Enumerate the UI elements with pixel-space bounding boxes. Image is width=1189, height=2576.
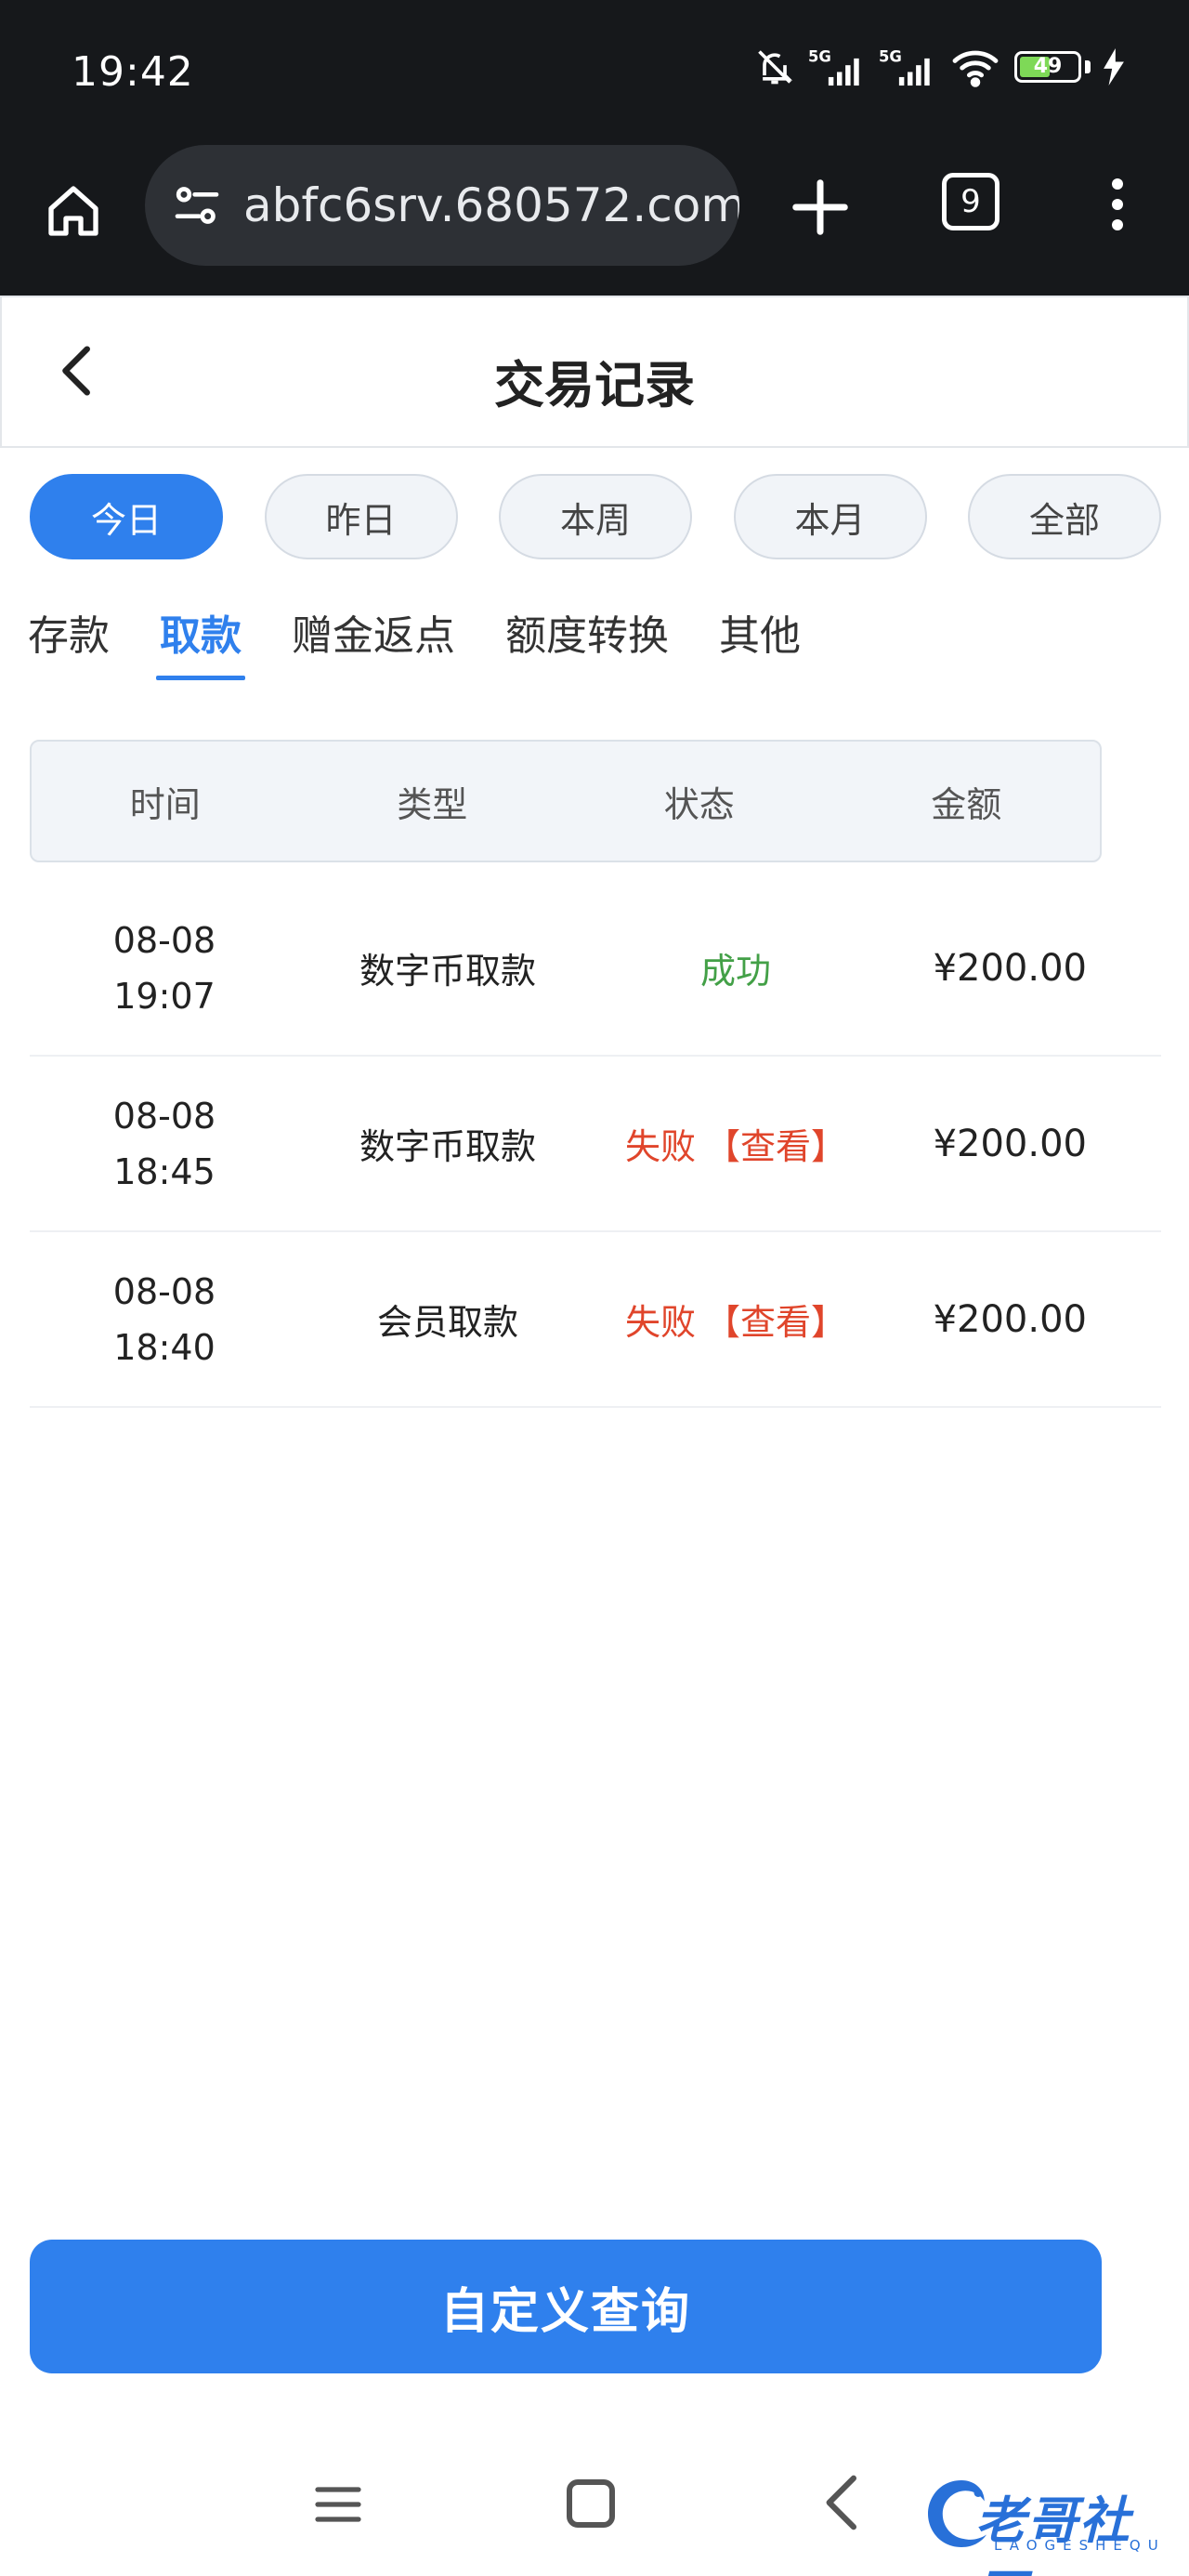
tab-deposit[interactable]: 存款 <box>28 595 110 688</box>
tab-bonus-rebate[interactable]: 赠金返点 <box>292 595 455 688</box>
row-status: 失败 【查看】 <box>596 1118 875 1169</box>
nav-back-icon[interactable] <box>819 2474 866 2531</box>
status-time: 19:42 <box>72 48 194 96</box>
row-amount: ¥200.00 <box>933 946 1087 990</box>
tab-withdrawal[interactable]: 取款 <box>156 595 245 688</box>
table-row: 08-08 18:45 数字币取款 失败 【查看】 ¥200.00 <box>30 1057 1161 1232</box>
row-type: 会员取款 <box>376 1302 518 1343</box>
watermark-logo: 老哥社区 LAOGESHEQU <box>920 2472 1180 2576</box>
site-settings-icon[interactable] <box>171 179 223 231</box>
browser-toolbar: abfc6srv.680572.com/ 9 <box>0 139 1189 296</box>
new-tab-icon[interactable] <box>788 175 853 240</box>
status-icons: 5G 5G 49 <box>754 46 1124 87</box>
status-success: 成功 <box>699 951 771 992</box>
page-title: 交易记录 <box>494 356 695 414</box>
row-amount: ¥200.00 <box>933 1122 1087 1165</box>
row-time: 08-08 19:07 <box>30 913 299 1024</box>
row-date: 08-08 <box>112 1095 216 1137</box>
table-header: 时间 类型 状态 金额 <box>30 740 1102 862</box>
wifi-icon <box>952 50 999 87</box>
column-header-type: 类型 <box>397 783 468 825</box>
tab-other[interactable]: 其他 <box>719 595 801 688</box>
address-bar[interactable]: abfc6srv.680572.com/ <box>145 145 739 266</box>
view-detail-link[interactable]: 【查看】 <box>705 1302 846 1343</box>
table-row: 08-08 18:40 会员取款 失败 【查看】 ¥200.00 <box>30 1232 1161 1408</box>
charging-icon <box>1104 48 1124 85</box>
battery-cap <box>1085 60 1091 73</box>
row-status: 失败 【查看】 <box>596 1294 875 1345</box>
watermark-subtext: LAOGESHEQU <box>994 2537 1166 2554</box>
home-icon <box>48 186 98 236</box>
row-amount: ¥200.00 <box>933 1297 1087 1341</box>
signal-5g-icon: 5G <box>879 48 930 86</box>
view-detail-link[interactable]: 【查看】 <box>705 1126 846 1167</box>
row-clock: 18:40 <box>113 1326 216 1368</box>
battery-level: 49 <box>1033 55 1063 78</box>
row-time: 08-08 18:45 <box>30 1088 299 1200</box>
period-all[interactable]: 全部 <box>968 474 1161 559</box>
row-time: 08-08 18:40 <box>30 1264 299 1375</box>
row-date: 08-08 <box>112 1270 216 1312</box>
recent-apps-icon[interactable] <box>314 2483 362 2526</box>
battery-icon: 49 <box>1014 51 1081 83</box>
bell-off-icon <box>758 50 793 85</box>
signal-5g-icon: 5G <box>808 48 859 86</box>
svg-text:5G: 5G <box>879 48 902 66</box>
status-bar: 19:42 5G 5G 49 <box>0 0 1189 139</box>
tab-credit-transfer[interactable]: 额度转换 <box>505 595 669 688</box>
column-header-time: 时间 <box>129 783 201 825</box>
status-failed: 失败 <box>624 1126 696 1167</box>
column-header-status: 状态 <box>663 783 735 825</box>
period-today[interactable]: 今日 <box>30 474 223 559</box>
watermark-text: 老哥社区 <box>975 2491 1131 2576</box>
category-tabs: 存款 取款 赠金返点 额度转换 其他 <box>28 595 851 695</box>
page-header: 交易记录 <box>0 296 1189 448</box>
transaction-list: 08-08 19:07 数字币取款 成功 ¥200.00 08-08 18:45… <box>30 881 1161 1408</box>
tabs-button[interactable]: 9 <box>942 173 1000 230</box>
more-icon[interactable] <box>1094 167 1141 242</box>
table-row: 08-08 19:07 数字币取款 成功 ¥200.00 <box>30 881 1161 1057</box>
row-clock: 18:45 <box>113 1150 216 1192</box>
row-clock: 19:07 <box>113 975 216 1017</box>
row-status: 成功 <box>596 942 875 993</box>
row-type: 数字币取款 <box>359 951 536 992</box>
column-header-amount: 金额 <box>931 783 1002 825</box>
nav-home-icon[interactable] <box>567 2479 615 2528</box>
row-type: 数字币取款 <box>359 1126 536 1167</box>
custom-query-button[interactable]: 自定义查询 <box>30 2240 1102 2373</box>
row-date: 08-08 <box>112 919 216 961</box>
svg-text:5G: 5G <box>808 48 831 66</box>
period-this-week[interactable]: 本周 <box>499 474 692 559</box>
period-filter: 今日 昨日 本周 本月 全部 <box>30 474 1161 559</box>
system-nav-bar: 老哥社区 LAOGESHEQU <box>0 2435 1189 2576</box>
period-yesterday[interactable]: 昨日 <box>264 474 458 559</box>
period-this-month[interactable]: 本月 <box>733 474 927 559</box>
status-failed: 失败 <box>624 1302 696 1343</box>
home-button[interactable] <box>41 178 106 243</box>
url-text[interactable]: abfc6srv.680572.com/ <box>243 178 739 232</box>
